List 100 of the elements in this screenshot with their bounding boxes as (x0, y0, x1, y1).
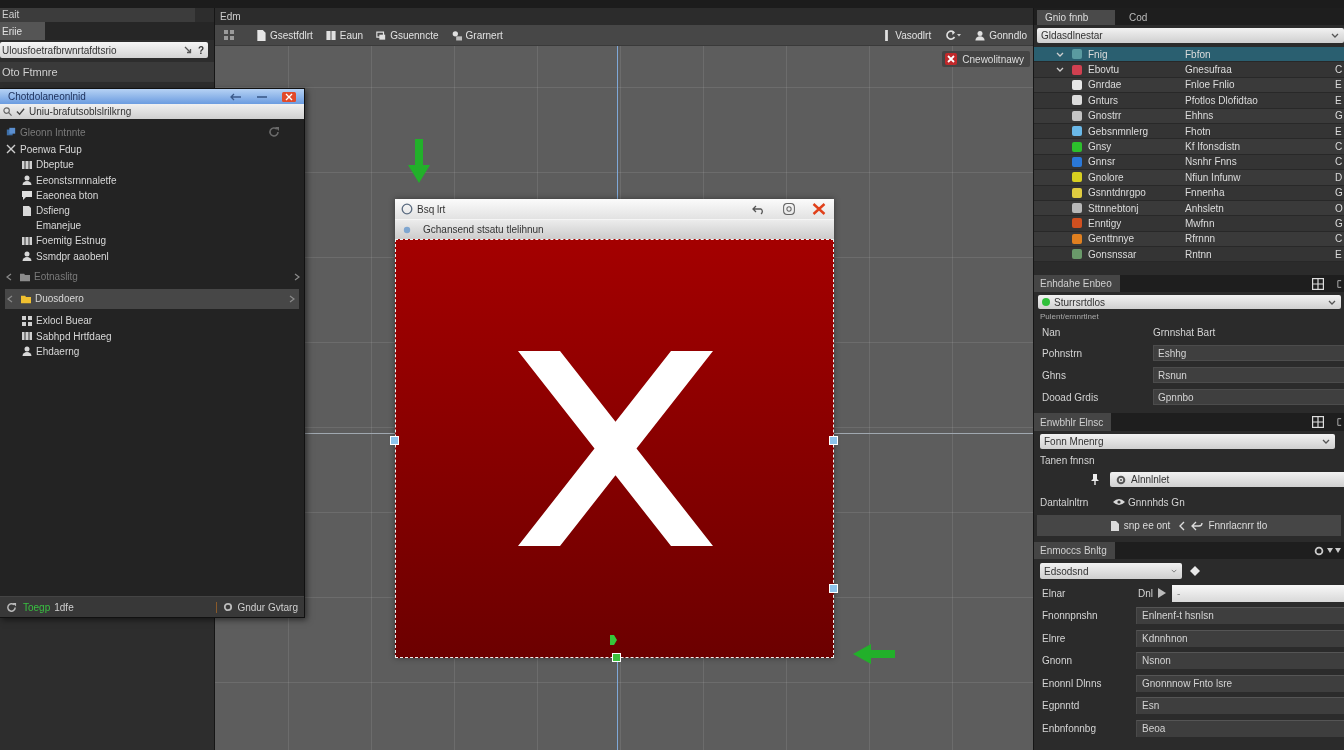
document-icon (22, 205, 32, 216)
back-arrow-icon (1191, 520, 1204, 531)
gear-icon[interactable] (1314, 545, 1324, 556)
list-item[interactable]: Dsfieng (0, 203, 304, 219)
table-row[interactable]: Fnig Fbfon (1034, 47, 1344, 63)
section-tab[interactable]: Enmoccs Bnltg (1034, 542, 1115, 560)
section-tab[interactable]: Enwbhlr Elnsc (1034, 413, 1112, 432)
input-field[interactable]: Enlnenf-t hsnlsn (1136, 607, 1344, 625)
action-button[interactable]: snp ee ont (1110, 520, 1171, 532)
check-icon (16, 107, 25, 116)
table-row[interactable]: Gnturs Pfotlos Dlofidtao E (1034, 93, 1344, 109)
table-cell-text: Fnnenha (1185, 187, 1226, 199)
table-cell: E (1335, 79, 1342, 91)
close-icon[interactable] (812, 203, 826, 215)
list-item[interactable]: Emanejue (0, 218, 304, 234)
undo-icon[interactable] (230, 92, 242, 101)
dropdown[interactable]: Gldasdlnestar (1037, 28, 1344, 43)
input-field[interactable]: Nsnon (1136, 652, 1344, 670)
table-cell-text: Sttnnebtonj (1088, 202, 1140, 214)
pin-icon[interactable] (1090, 474, 1100, 486)
table-row[interactable]: Ebovtu Gnesufraa C (1034, 62, 1344, 78)
gear-icon (223, 602, 234, 612)
list-item[interactable]: Duosdoero (5, 288, 299, 309)
target-icon[interactable] (782, 203, 796, 215)
section-tab[interactable]: Enhdahe Enbeo (1034, 275, 1120, 293)
list-item[interactable]: Ehdaerng (0, 343, 304, 360)
grid-icon (22, 315, 32, 326)
toolbar-button[interactable]: Gsestfdlrt (256, 29, 313, 41)
list-item[interactable]: Exlocl Buear (0, 312, 304, 329)
list-item[interactable]: Dbeptue (0, 157, 304, 173)
input-field[interactable]: Kdnnhnon (1136, 629, 1344, 647)
table-cell-text: Ehhns (1185, 110, 1215, 122)
toolbar-button[interactable]: Vasodlrt (885, 29, 932, 41)
table-cell-text: Fnloe Fnlio (1185, 79, 1236, 91)
property-label: Gnonn (1042, 655, 1074, 667)
input-field[interactable]: Gnonnnow Fnto lsre (1136, 674, 1344, 692)
toolbar-button[interactable]: Eaun (325, 29, 364, 41)
cross-icon (6, 144, 16, 154)
left-arrow-icon (853, 644, 895, 664)
toolbar-button[interactable]: Gonndlo (975, 29, 1027, 41)
grid-icon[interactable] (1312, 416, 1324, 429)
dropdown[interactable]: Sturrsrtdlos (1038, 295, 1341, 310)
table-row[interactable]: Gonsnssar Rntnn E (1034, 247, 1344, 263)
chevron-down-icon[interactable] (1056, 51, 1064, 57)
table-cell-text: Fhotn (1185, 125, 1212, 137)
dropdown[interactable]: Fonn Mnenrg (1040, 434, 1335, 450)
action-button[interactable]: Fnnrlacnrr tlo (1178, 520, 1268, 532)
arrow-icon[interactable] (183, 46, 192, 54)
input-field[interactable]: Beoa (1136, 719, 1344, 737)
table-cell-text: Genttnnye (1088, 233, 1136, 245)
list-item[interactable]: Foemitg Estnug (0, 233, 304, 249)
table-row[interactable]: Gnsy Kf Ifonsdistn C (1034, 139, 1344, 155)
bracket-icon[interactable] (1337, 278, 1342, 289)
input-field[interactable]: Gpnnbo (1153, 389, 1344, 406)
property-label: Nan (1042, 326, 1062, 338)
table-row[interactable]: Gnolore Nfiun Infunw D (1034, 170, 1344, 186)
play-icon[interactable] (1158, 588, 1166, 599)
status-dot-icon (1042, 298, 1050, 307)
resize-handle[interactable] (829, 584, 838, 593)
table-row[interactable]: Enntigy Mwfnn G (1034, 216, 1344, 232)
input-field[interactable]: Esn (1136, 697, 1344, 715)
toolbar-button[interactable]: Grarnert (451, 29, 503, 41)
table-cell-text: Enntigy (1088, 218, 1123, 229)
refresh-icon[interactable] (6, 601, 17, 613)
list-item[interactable]: Sabhpd Hrtfdaeg (0, 328, 304, 344)
table-cell-text: Gsnntdnrgpo (1088, 187, 1147, 199)
down-arrow-icon (408, 139, 430, 183)
list-item[interactable]: Poenwa Fdup (0, 141, 304, 157)
caret-icon[interactable] (1327, 547, 1341, 554)
tab[interactable]: Eriie (0, 22, 45, 40)
tab[interactable]: Cod (1119, 10, 1158, 25)
chevron-down-icon (1328, 299, 1336, 305)
resize-handle[interactable] (390, 436, 399, 445)
close-icon[interactable] (282, 91, 296, 102)
tab[interactable]: Gnio fnnb (1037, 10, 1115, 25)
toolbar-button[interactable]: Gsuenncte (376, 29, 439, 41)
input-field[interactable]: Rsnun (1153, 367, 1344, 384)
table-cell: D (1335, 171, 1343, 183)
table-cell-text: Gonsnssar (1088, 248, 1138, 260)
input-field[interactable]: Alnnlnlet (1110, 472, 1344, 488)
list-item[interactable]: Eaeonea bton (0, 187, 304, 204)
search-field[interactable]: Ulousfoetrafbrwnrtafdtsrio ? (0, 42, 208, 58)
chevron-down-icon[interactable] (1056, 67, 1064, 73)
diamond-icon[interactable] (1190, 566, 1200, 577)
list-item[interactable]: Eeonstsrnnnaletfe (0, 172, 304, 188)
caption: Pulent/ernnrtlnet (1040, 312, 1100, 323)
input-field[interactable]: Eshhg (1153, 345, 1344, 362)
chevron-right-icon[interactable] (289, 294, 295, 303)
undo-icon[interactable] (752, 203, 766, 215)
help-button[interactable]: ? (197, 44, 204, 56)
refresh-icon[interactable] (945, 29, 962, 41)
status-button[interactable]: Gndur Gvtarg (216, 601, 298, 613)
resize-handle[interactable] (829, 436, 838, 445)
list-item[interactable]: Ssmdpr aaobenl (0, 248, 304, 264)
chevron-down-icon (1331, 33, 1339, 38)
bracket-icon[interactable] (1337, 417, 1342, 428)
input-field[interactable]: - (1172, 584, 1344, 602)
grid-icon[interactable] (1312, 277, 1324, 290)
resize-handle[interactable] (612, 653, 621, 662)
dropdown[interactable]: Edsodsnd (1040, 563, 1182, 580)
